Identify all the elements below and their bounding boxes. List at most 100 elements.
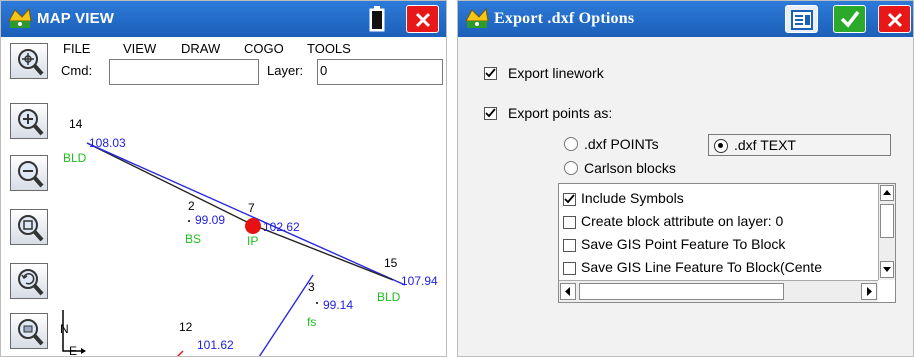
radio-selected-dot bbox=[718, 143, 723, 148]
point-3-desc: fs bbox=[307, 315, 316, 329]
carlson-logo-icon bbox=[465, 7, 489, 28]
cancel-button[interactable] bbox=[878, 5, 911, 33]
checkmark-icon bbox=[564, 194, 575, 204]
point-15-elev: 107.94 bbox=[401, 274, 438, 288]
point-2-desc: BS bbox=[185, 232, 201, 246]
close-icon bbox=[415, 12, 431, 28]
zoom-in-button[interactable] bbox=[10, 103, 48, 139]
menu-tools[interactable]: TOOLS bbox=[307, 41, 351, 56]
zoom-extents-icon bbox=[18, 49, 44, 76]
list-horizontal-scrollbar[interactable] bbox=[559, 280, 878, 302]
zoom-in-icon bbox=[18, 109, 44, 136]
horizontal-scroll-thumb[interactable] bbox=[579, 283, 784, 300]
export-points-checkbox[interactable] bbox=[484, 107, 497, 120]
scroll-up-button[interactable] bbox=[880, 185, 894, 201]
point-7-elev: 102.62 bbox=[263, 220, 300, 234]
scroll-down-button[interactable] bbox=[880, 261, 894, 278]
point-14-desc: BLD bbox=[63, 151, 87, 165]
map-view-titlebar: MAP VIEW bbox=[1, 1, 446, 37]
triangle-right-icon bbox=[867, 287, 872, 296]
cmd-input[interactable] bbox=[109, 59, 259, 85]
settings-button[interactable] bbox=[785, 5, 818, 33]
include-symbols-checkbox[interactable] bbox=[563, 193, 576, 206]
checkmark-icon bbox=[485, 108, 496, 118]
zoom-settings-button[interactable] bbox=[10, 313, 48, 349]
layer-input[interactable]: 0 bbox=[317, 59, 443, 85]
zoom-window-button[interactable] bbox=[10, 209, 48, 245]
line-14-15-blue bbox=[86, 142, 406, 286]
battery-icon bbox=[369, 6, 385, 32]
command-row: Cmd: Layer: 0 bbox=[57, 59, 445, 103]
save-gis-point-checkbox[interactable] bbox=[563, 239, 576, 252]
list-item-label: Include Symbols bbox=[581, 190, 684, 206]
menu-view[interactable]: VIEW bbox=[123, 41, 156, 56]
ok-button[interactable] bbox=[833, 5, 866, 33]
ip-marker[interactable] bbox=[245, 218, 261, 234]
point-14-elev: 108.03 bbox=[89, 136, 126, 150]
east-label: E bbox=[69, 344, 77, 357]
radio-carlson-blocks-label: Carlson blocks bbox=[584, 160, 676, 176]
point-3-marker bbox=[316, 302, 318, 304]
line-3-south-blue bbox=[258, 274, 314, 356]
point-12-elev: 101.62 bbox=[197, 338, 234, 352]
zoom-out-button[interactable] bbox=[10, 155, 48, 191]
point-2-marker bbox=[188, 220, 190, 222]
map-canvas[interactable]: 14 108.03 BLD 2 99.09 BS 7 102.62 IP 15 … bbox=[55, 105, 447, 357]
export-linework-checkbox[interactable] bbox=[484, 67, 497, 80]
export-titlebar: Export .dxf Options bbox=[458, 1, 913, 37]
menu-file[interactable]: FILE bbox=[63, 41, 90, 56]
point-7-desc: IP bbox=[247, 234, 258, 248]
scroll-right-button[interactable] bbox=[861, 283, 877, 300]
radio-dxf-text[interactable] bbox=[714, 139, 728, 153]
point-14-name: 14 bbox=[69, 117, 83, 131]
point-12-name: 12 bbox=[179, 320, 193, 334]
north-label: N bbox=[60, 322, 69, 336]
point-15-name: 15 bbox=[384, 256, 398, 270]
export-points-label: Export points as: bbox=[508, 105, 613, 121]
line-12-red bbox=[177, 350, 184, 356]
block-options-list[interactable]: Include Symbols Create block attribute o… bbox=[558, 183, 896, 303]
list-item-label: Save GIS Line Feature To Block(Cente bbox=[581, 259, 822, 275]
point-2-elev: 99.09 bbox=[195, 213, 225, 227]
radio-dxf-points[interactable] bbox=[564, 137, 578, 151]
layer-label: Layer: bbox=[267, 63, 304, 78]
scroll-left-button[interactable] bbox=[560, 283, 576, 300]
menu-draw[interactable]: DRAW bbox=[181, 41, 220, 56]
zoom-previous-button[interactable] bbox=[10, 263, 48, 299]
menu-cogo[interactable]: COGO bbox=[244, 41, 284, 56]
zoom-toolbar bbox=[1, 37, 55, 356]
radio-dxf-text-label: .dxf TEXT bbox=[734, 137, 796, 153]
east-arrow-head-icon bbox=[81, 348, 86, 354]
map-view-window: MAP VIEW FILE VIEW DRAW COGO TOOLS Cmd: … bbox=[0, 0, 447, 357]
zoom-previous-icon bbox=[18, 269, 44, 296]
carlson-logo-icon bbox=[8, 7, 32, 28]
map-menubar: FILE VIEW DRAW COGO TOOLS bbox=[57, 39, 445, 59]
save-gis-line-checkbox[interactable] bbox=[563, 262, 576, 275]
triangle-left-icon bbox=[565, 287, 570, 296]
zoom-out-icon bbox=[18, 161, 44, 188]
point-3-name: 3 bbox=[308, 280, 315, 294]
list-vertical-scrollbar[interactable] bbox=[878, 184, 895, 280]
radio-carlson-blocks[interactable] bbox=[564, 161, 578, 175]
line-14-7-black bbox=[86, 142, 254, 226]
triangle-down-icon bbox=[883, 267, 891, 272]
point-7-name: 7 bbox=[248, 201, 255, 215]
list-item-label: Save GIS Point Feature To Block bbox=[581, 236, 786, 252]
map-close-button[interactable] bbox=[406, 5, 439, 33]
point-15-desc: BLD bbox=[377, 290, 401, 304]
radio-dxf-points-label: .dxf POINTs bbox=[584, 136, 659, 152]
map-view-title: MAP VIEW bbox=[37, 10, 115, 27]
vertical-scroll-thumb[interactable] bbox=[880, 204, 894, 238]
create-block-attribute-checkbox[interactable] bbox=[563, 216, 576, 229]
point-2-name: 2 bbox=[188, 199, 195, 213]
map-drawing[interactable]: 14 108.03 BLD 2 99.09 BS 7 102.62 IP 15 … bbox=[55, 105, 447, 357]
close-icon bbox=[887, 12, 903, 28]
list-item-label: Create block attribute on layer: 0 bbox=[581, 213, 784, 229]
zoom-window-icon bbox=[18, 215, 44, 242]
checkmark-icon bbox=[840, 10, 860, 28]
zoom-settings-icon bbox=[18, 319, 44, 346]
checkmark-icon bbox=[485, 68, 496, 78]
export-title: Export .dxf Options bbox=[494, 10, 635, 27]
export-linework-label: Export linework bbox=[508, 65, 604, 81]
zoom-extents-button[interactable] bbox=[10, 43, 48, 79]
